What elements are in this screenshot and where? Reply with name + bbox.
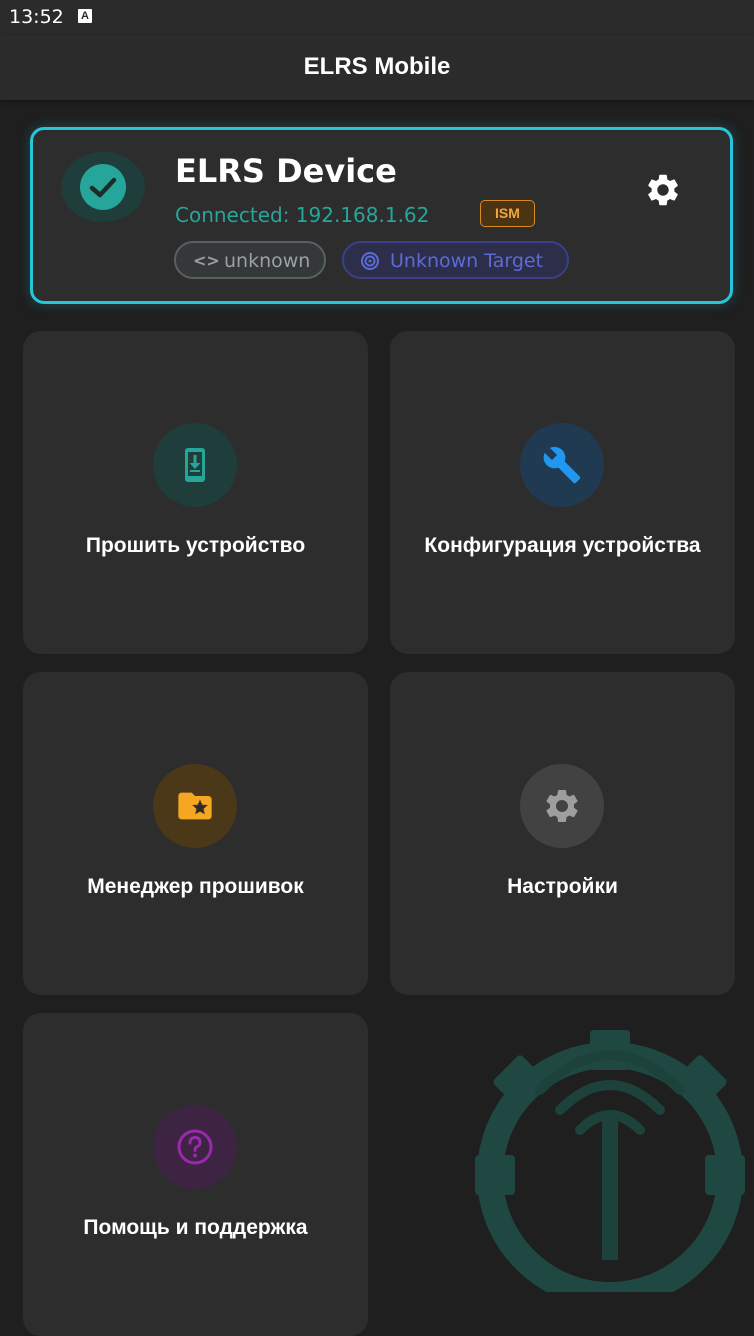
status-bar: 13:52 A xyxy=(0,0,754,36)
device-name: ELRS Device xyxy=(175,152,397,190)
tile-device-configuration[interactable]: Конфигурация устройства xyxy=(390,331,735,654)
help-icon-circle xyxy=(153,1105,237,1189)
app-bar: ELRS Mobile xyxy=(0,36,754,100)
folder-star-icon xyxy=(178,792,212,820)
connection-status: Connected: 192.168.1.62 xyxy=(175,203,430,227)
tile-label: Прошить устройство xyxy=(85,534,306,557)
flash-device-icon-circle xyxy=(153,423,237,507)
help-circle-icon xyxy=(177,1129,213,1165)
tile-flash-device[interactable]: Прошить устройство xyxy=(23,331,368,654)
elrs-logo-watermark-icon xyxy=(440,1000,754,1308)
firmware-version-chip: <> unknown xyxy=(174,241,326,279)
tile-label: Конфигурация устройства xyxy=(424,534,701,557)
firmware-manager-icon-circle xyxy=(153,764,237,848)
phone-download-icon xyxy=(185,448,205,482)
device-settings-gear-icon[interactable] xyxy=(644,171,682,214)
ism-badge: ISM xyxy=(480,200,535,227)
notification-icon: A xyxy=(78,9,92,23)
device-card[interactable]: ELRS Device Connected: 192.168.1.62 ISM … xyxy=(30,127,733,304)
code-icon: <> xyxy=(193,251,220,270)
tile-label: Менеджер прошивок xyxy=(87,875,304,898)
target-chip: Unknown Target xyxy=(342,241,569,279)
check-icon xyxy=(80,164,126,210)
status-time: 13:52 xyxy=(9,6,64,28)
tile-label: Настройки xyxy=(507,875,618,898)
tile-firmware-manager[interactable]: Менеджер прошивок xyxy=(23,672,368,995)
firmware-version-label: unknown xyxy=(224,250,311,272)
app-title: ELRS Mobile xyxy=(303,53,451,80)
gear-icon xyxy=(546,790,578,822)
tile-help-support[interactable]: Помощь и поддержка xyxy=(23,1013,368,1336)
settings-icon-circle xyxy=(520,764,604,848)
configuration-icon-circle xyxy=(520,423,604,507)
radar-icon xyxy=(360,251,380,276)
wrench-icon xyxy=(543,446,581,484)
connection-status-indicator xyxy=(61,152,145,222)
tile-settings[interactable]: Настройки xyxy=(390,672,735,995)
target-label: Unknown Target xyxy=(390,250,544,272)
tile-label: Помощь и поддержка xyxy=(83,1216,308,1239)
